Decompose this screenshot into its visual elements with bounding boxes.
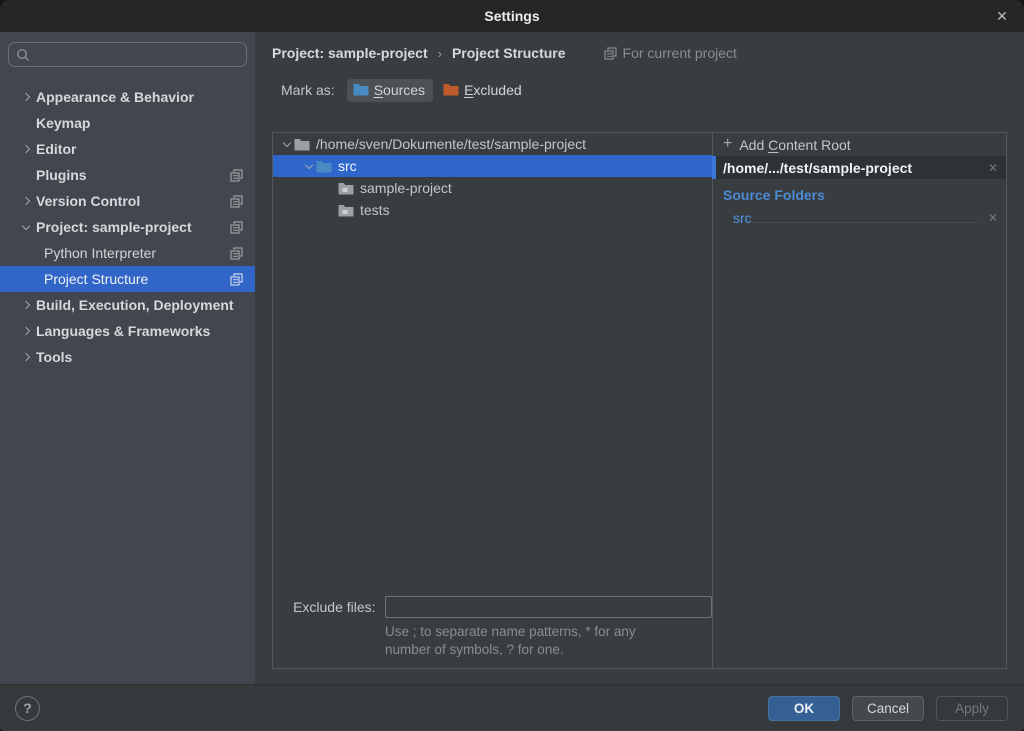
settings-nav: Appearance & Behavior Keymap Editor Plugins… bbox=[0, 84, 255, 370]
folder-gray-icon bbox=[294, 138, 310, 151]
sidebar-item-project-structure[interactable]: Project Structure bbox=[0, 266, 255, 292]
source-folder-name: src bbox=[733, 210, 752, 227]
sidebar-item-appearance-behavior[interactable]: Appearance & Behavior bbox=[0, 84, 255, 110]
settings-search-input[interactable] bbox=[8, 42, 247, 67]
breadcrumb-separator: › bbox=[438, 46, 442, 61]
tree-row-label: tests bbox=[360, 202, 390, 218]
project-structure-panel: /home/sven/Dokumente/test/sample-project… bbox=[272, 132, 1007, 669]
per-project-badge-icon bbox=[230, 169, 243, 182]
sidebar-item-project-sample-project[interactable]: Project: sample-project bbox=[0, 214, 255, 240]
for-current-project-note: For current project bbox=[604, 45, 737, 61]
dialog-footer: ? OK Cancel Apply bbox=[0, 684, 1024, 731]
breadcrumb-page: Project Structure bbox=[452, 45, 566, 61]
sidebar-item-label: Project Structure bbox=[44, 271, 148, 287]
dotted-leader bbox=[754, 222, 978, 223]
remove-content-root-icon[interactable]: ✕ bbox=[980, 161, 1006, 175]
settings-sidebar: Appearance & Behavior Keymap Editor Plugins… bbox=[0, 32, 255, 684]
cancel-button[interactable]: Cancel bbox=[852, 696, 924, 721]
chevron-right-icon[interactable] bbox=[18, 198, 34, 204]
mark-as-excluded-button[interactable]: Excluded bbox=[437, 79, 530, 102]
per-project-badge-icon bbox=[230, 273, 243, 286]
sidebar-item-build-execution-deployment[interactable]: Build, Execution, Deployment bbox=[0, 292, 255, 318]
tree-row-sample-project[interactable]: sample-project bbox=[273, 177, 712, 199]
folder-blue-icon bbox=[316, 160, 332, 173]
tree-row-label: src bbox=[338, 158, 357, 174]
sources-folder-icon bbox=[353, 83, 369, 96]
sidebar-item-label: Editor bbox=[36, 141, 76, 157]
per-project-badge-icon bbox=[230, 195, 243, 208]
mark-as-sources-button[interactable]: Sources bbox=[347, 79, 433, 102]
help-button[interactable]: ? bbox=[15, 696, 40, 721]
exclude-files-section: Exclude files: Use ; to separate name pa… bbox=[273, 596, 712, 668]
settings-dialog: Settings ✕ Appearance & Behavior Keymap Ed… bbox=[0, 0, 1024, 731]
tree-row-src[interactable]: src bbox=[273, 155, 712, 177]
settings-content: Project: sample-project › Project Struct… bbox=[255, 32, 1024, 684]
sidebar-item-label: Build, Execution, Deployment bbox=[36, 297, 234, 313]
sidebar-item-tools[interactable]: Tools bbox=[0, 344, 255, 370]
folder-content-icon bbox=[338, 204, 354, 217]
breadcrumb: Project: sample-project › Project Struct… bbox=[272, 38, 1024, 68]
chevron-right-icon[interactable] bbox=[18, 146, 34, 152]
content-root-tree: /home/sven/Dokumente/test/sample-project… bbox=[273, 133, 712, 596]
close-icon[interactable]: ✕ bbox=[989, 0, 1015, 32]
sidebar-item-python-interpreter[interactable]: Python Interpreter bbox=[0, 240, 255, 266]
sidebar-item-languages-frameworks[interactable]: Languages & Frameworks bbox=[0, 318, 255, 344]
remove-source-folder-icon[interactable]: ✕ bbox=[980, 211, 1006, 227]
source-folder-row[interactable]: src ✕ bbox=[713, 205, 1006, 227]
chevron-right-icon[interactable] bbox=[18, 328, 34, 334]
exclude-files-input[interactable] bbox=[385, 596, 712, 618]
mark-as-toolbar: Mark as: Sources Excluded bbox=[272, 72, 1024, 108]
content-root-path: /home/.../test/sample-project bbox=[723, 160, 980, 176]
chevron-right-icon[interactable] bbox=[18, 302, 34, 308]
sidebar-item-label: Languages & Frameworks bbox=[36, 323, 210, 339]
exclude-files-label: Exclude files: bbox=[282, 599, 376, 615]
content-tree-column: /home/sven/Dokumente/test/sample-project… bbox=[273, 133, 713, 668]
chevron-down-icon[interactable] bbox=[301, 165, 316, 168]
excluded-folder-icon bbox=[443, 83, 459, 96]
ok-button[interactable]: OK bbox=[768, 696, 840, 721]
tree-row-label: /home/sven/Dokumente/test/sample-project bbox=[316, 136, 586, 152]
content-root-row[interactable]: /home/.../test/sample-project ✕ bbox=[713, 156, 1006, 179]
sidebar-item-version-control[interactable]: Version Control bbox=[0, 188, 255, 214]
source-folders-header: Source Folders bbox=[723, 187, 1006, 203]
dialog-body: Appearance & Behavior Keymap Editor Plugins… bbox=[0, 32, 1024, 684]
tree-row-home-sven-dokumente-test-sample-project[interactable]: /home/sven/Dokumente/test/sample-project bbox=[273, 133, 712, 155]
chevron-right-icon[interactable] bbox=[18, 354, 34, 360]
mark-as-label: Mark as: bbox=[281, 82, 335, 98]
chevron-down-icon[interactable] bbox=[279, 143, 294, 146]
content-root-column: + Add Content Root /home/.../test/sample… bbox=[713, 133, 1006, 668]
search-icon bbox=[16, 48, 30, 62]
sidebar-item-label: Python Interpreter bbox=[44, 245, 156, 261]
titlebar: Settings ✕ bbox=[0, 0, 1024, 32]
breadcrumb-project[interactable]: Project: sample-project bbox=[272, 45, 428, 61]
per-project-badge-icon bbox=[230, 221, 243, 234]
tree-row-tests[interactable]: tests bbox=[273, 199, 712, 221]
window-title: Settings bbox=[484, 8, 539, 24]
chevron-down-icon[interactable] bbox=[18, 226, 34, 229]
plus-icon: + bbox=[723, 136, 732, 152]
exclude-files-hint: Use ; to separate name patterns, * for a… bbox=[385, 623, 712, 659]
sidebar-item-label: Plugins bbox=[36, 167, 87, 183]
sidebar-item-keymap[interactable]: Keymap bbox=[0, 110, 255, 136]
apply-button[interactable]: Apply bbox=[936, 696, 1008, 721]
tree-row-label: sample-project bbox=[360, 180, 452, 196]
sidebar-item-label: Appearance & Behavior bbox=[36, 89, 194, 105]
sidebar-item-editor[interactable]: Editor bbox=[0, 136, 255, 162]
sidebar-item-label: Version Control bbox=[36, 193, 140, 209]
sidebar-item-label: Tools bbox=[36, 349, 72, 365]
current-project-badge-icon bbox=[604, 47, 617, 60]
sidebar-item-label: Project: sample-project bbox=[36, 219, 192, 235]
per-project-badge-icon bbox=[230, 247, 243, 260]
sidebar-item-label: Keymap bbox=[36, 115, 90, 131]
chevron-right-icon[interactable] bbox=[18, 94, 34, 100]
add-content-root-button[interactable]: + Add Content Root bbox=[713, 133, 1006, 156]
sidebar-item-plugins[interactable]: Plugins bbox=[0, 162, 255, 188]
folder-content-icon bbox=[338, 182, 354, 195]
